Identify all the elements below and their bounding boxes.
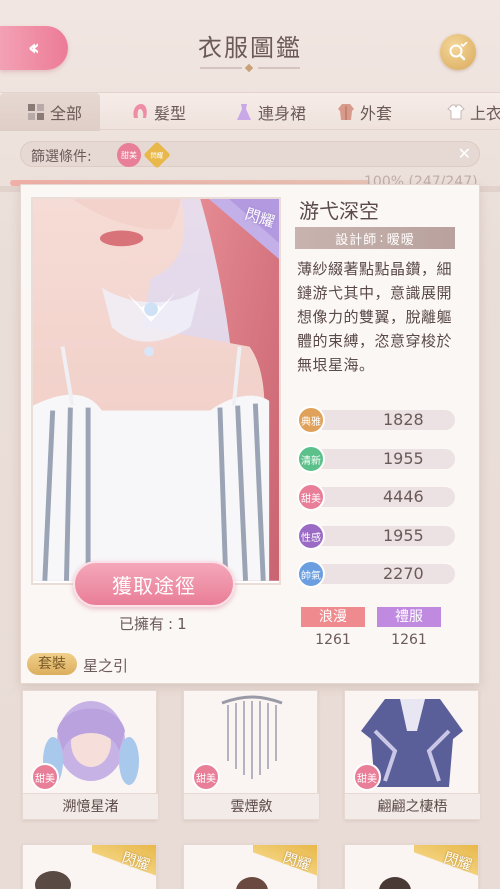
- grid-item-name: 雲煙斂: [184, 793, 319, 819]
- stat-cool-icon: 帥氣: [297, 560, 325, 588]
- stat-track: [307, 487, 455, 507]
- style-tag-romantic-value: 1261: [315, 632, 351, 648]
- tab-all[interactable]: 全部: [0, 93, 100, 131]
- filter-bar[interactable]: 篩選條件: 甜美 閃耀 ✕: [20, 141, 480, 169]
- grid-item-name: 溯憶星渚: [23, 793, 158, 819]
- tab-hair[interactable]: 髮型: [130, 93, 220, 131]
- item-description: 薄紗綴著點點晶鑽，細鏈游弋其中，意識展開想像力的雙翼，脫離軀體的束縛，恣意穿梭於…: [297, 260, 453, 374]
- hair-icon: [133, 104, 147, 118]
- stat-track: [307, 410, 455, 430]
- owned-count: 已擁有:1: [119, 615, 187, 633]
- style-tag-formal: 禮服: [377, 607, 441, 627]
- tab-label: 上衣: [470, 104, 500, 123]
- designer-info: 設計師 : 暧暧: [295, 227, 455, 249]
- item-name: 游弋深空: [299, 199, 379, 223]
- filter-tag-shine[interactable]: 閃耀: [143, 141, 171, 169]
- stat-sweet: 甜美 4446: [297, 483, 457, 511]
- stat-track: [307, 449, 455, 469]
- tab-top[interactable]: 上衣: [446, 93, 500, 131]
- stat-sexy-icon: 性感: [297, 522, 325, 550]
- rarity-ribbon: 閃耀: [414, 845, 478, 889]
- item-detail-card: 閃耀 游弋深空 設計師 : 暧暧 薄紗綴著點點晶鑽，細鏈游弋其中，意識展開想像力…: [20, 184, 480, 684]
- tab-label: 連身裙: [258, 104, 307, 123]
- grid-icon: [28, 104, 44, 120]
- search-button[interactable]: [440, 34, 476, 70]
- shirt-icon: [447, 104, 465, 120]
- stat-fresh: 清新 1955: [297, 445, 457, 473]
- page-title: 衣服圖鑑: [198, 34, 302, 62]
- set-tag: 套裝: [27, 653, 77, 675]
- grid-item[interactable]: 閃耀: [22, 844, 157, 889]
- tab-label: 髮型: [154, 104, 187, 123]
- stat-fresh-icon: 清新: [297, 445, 325, 473]
- style-tag-formal-value: 1261: [391, 632, 427, 648]
- item-portrait-frame: 閃耀: [31, 197, 281, 585]
- tab-label: 外套: [360, 104, 393, 123]
- stat-track: [307, 564, 455, 584]
- stat-elegant-icon: 典雅: [297, 406, 325, 434]
- stat-track: [307, 526, 455, 546]
- grid-item[interactable]: 閃耀: [183, 844, 318, 889]
- dress-icon: [237, 104, 251, 120]
- grid-item[interactable]: 甜美 溯憶星渚: [22, 690, 158, 820]
- header: ‹‹ 衣服圖鑑: [0, 0, 500, 92]
- tab-coat[interactable]: 外套: [336, 93, 426, 131]
- tab-label: 全部: [50, 104, 83, 123]
- grid-item[interactable]: 閃耀: [344, 844, 479, 889]
- rarity-ribbon: 閃耀: [253, 845, 317, 889]
- grid-item[interactable]: 甜美 雲煙斂: [183, 690, 319, 820]
- set-name-link[interactable]: 星之引: [83, 655, 128, 676]
- magnifier-check-icon: [449, 42, 468, 61]
- coat-icon: [338, 104, 354, 120]
- tab-dress[interactable]: 連身裙: [234, 93, 334, 131]
- sweet-badge: 甜美: [192, 763, 220, 791]
- stat-sexy: 性感 1955: [297, 522, 457, 550]
- stat-sweet-icon: 甜美: [297, 483, 325, 511]
- sweet-badge: 甜美: [31, 763, 59, 791]
- grid-item-name: 翩翩之棲梧: [345, 793, 480, 819]
- sweet-badge: 甜美: [353, 763, 381, 791]
- filter-label: 篩選條件:: [31, 149, 92, 165]
- category-tabs: 全部 髮型 連身裙 外套 上衣: [0, 92, 500, 131]
- stat-elegant: 典雅 1828: [297, 406, 457, 434]
- filter-tag-sweet[interactable]: 甜美: [117, 143, 141, 167]
- grid-item[interactable]: 甜美 翩翩之棲梧: [344, 690, 480, 820]
- close-icon[interactable]: ✕: [458, 144, 471, 163]
- acquire-source-button[interactable]: 獲取途徑: [73, 561, 235, 607]
- style-tag-romantic: 浪漫: [301, 607, 365, 627]
- rarity-ribbon: 閃耀: [92, 845, 156, 889]
- stat-cool: 帥氣 2270: [297, 560, 457, 588]
- title-ornament: [200, 64, 300, 72]
